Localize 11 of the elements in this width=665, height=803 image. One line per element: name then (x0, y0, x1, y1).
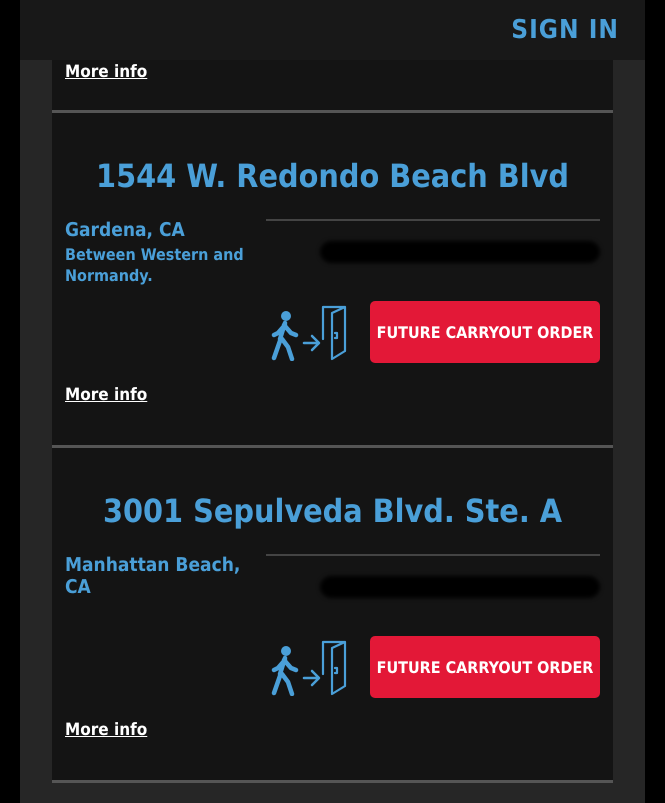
more-info-link[interactable]: More info (65, 62, 148, 82)
carryout-order-button[interactable]: FUTURE CARRYOUT ORDER (370, 636, 600, 698)
sign-in-link[interactable]: SIGN IN (511, 15, 619, 45)
store-note: Between Western and Normandy. (65, 245, 245, 287)
store-city: Gardena, CA (65, 219, 186, 241)
carryout-order-button[interactable]: FUTURE CARRYOUT ORDER (370, 301, 600, 363)
store-address: 1544 W. Redondo Beach Blvd (95, 156, 570, 197)
store-city: Manhattan Beach, CA (65, 554, 242, 598)
store-address: 3001 Sepulveda Blvd. Ste. A (102, 491, 564, 532)
more-info-link[interactable]: More info (65, 720, 148, 740)
more-info-link[interactable]: More info (65, 385, 148, 405)
